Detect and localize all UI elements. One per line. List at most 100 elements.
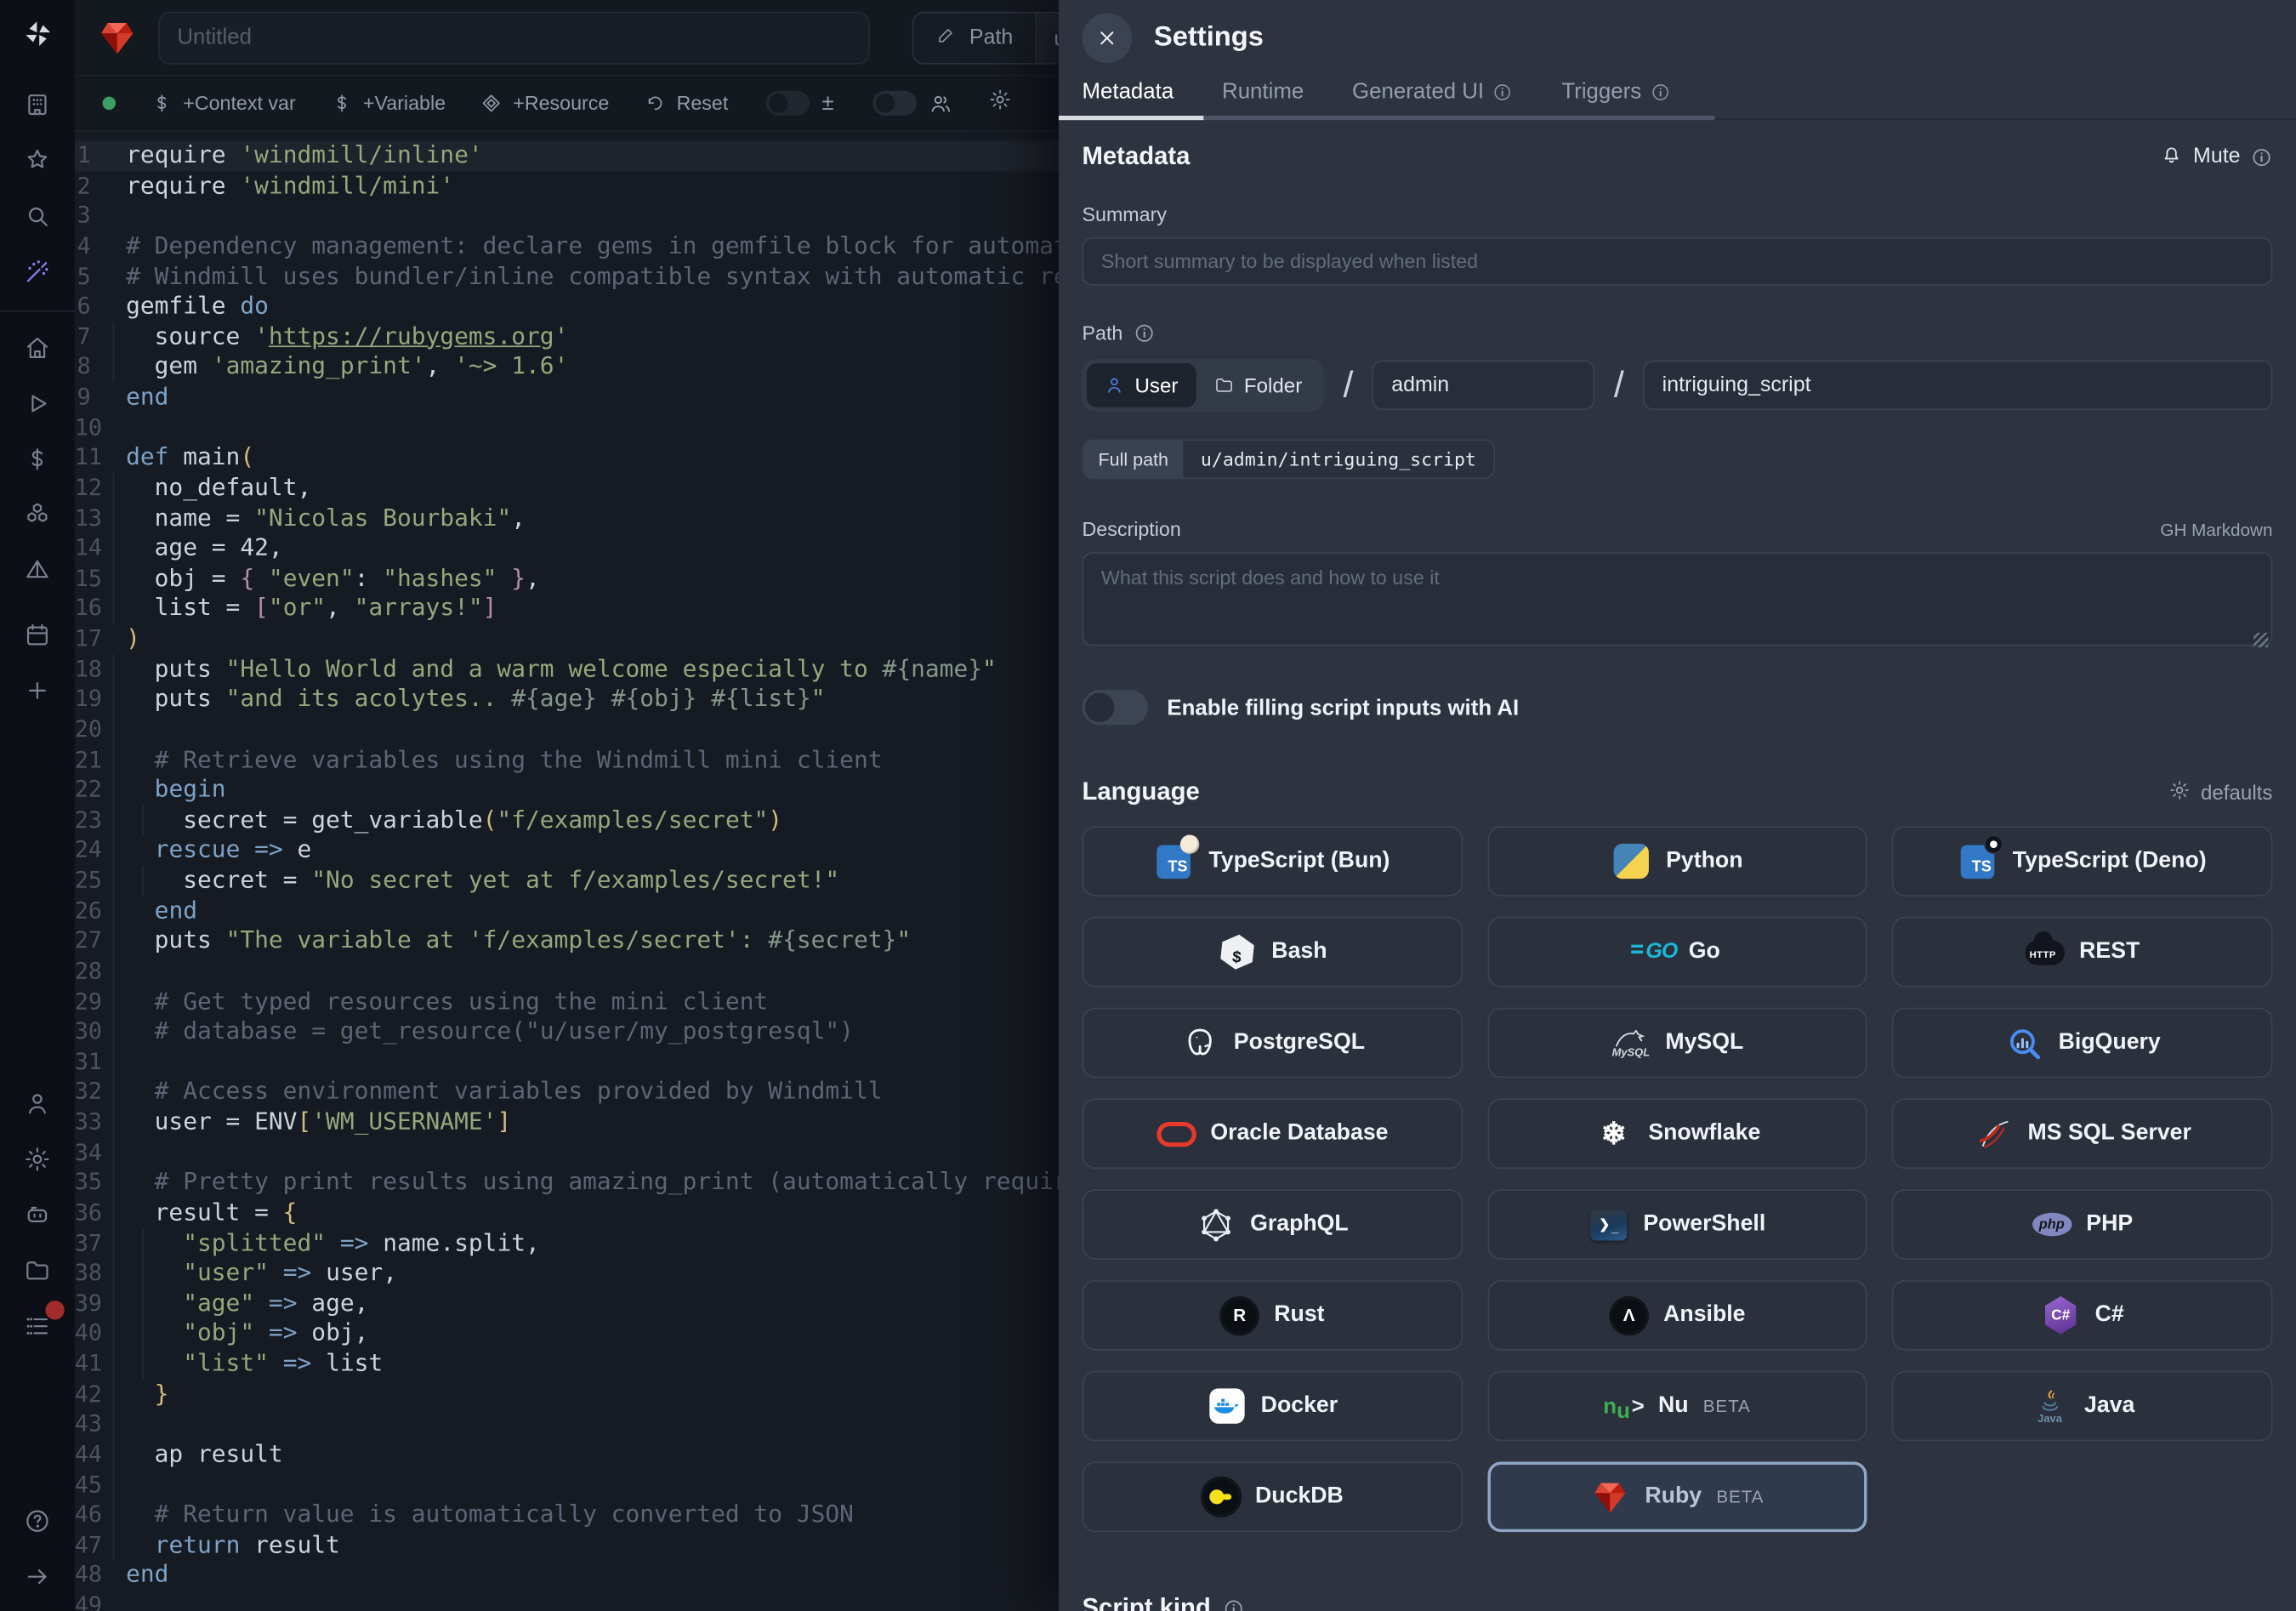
language-card-docker[interactable]: Docker (1083, 1371, 1463, 1442)
plus-icon[interactable] (23, 675, 52, 704)
path-separator: / (1614, 364, 1624, 407)
language-card-rest[interactable]: HTTPREST (1892, 917, 2272, 988)
indent-guide (113, 1379, 115, 1409)
building-icon[interactable] (23, 89, 52, 118)
multiplayer-toggle[interactable] (872, 91, 916, 116)
language-card-ansible[interactable]: ΛAnsible (1487, 1280, 1867, 1351)
arrow-right-icon[interactable] (23, 1562, 52, 1591)
language-card-bash[interactable]: $Bash (1083, 917, 1463, 988)
line-number: 41 (75, 1349, 107, 1380)
java-icon: Java (2030, 1386, 2069, 1426)
diff-toggle[interactable] (766, 91, 810, 116)
ruby-language-icon (98, 19, 136, 57)
code-text: ) (107, 624, 140, 655)
code-text (107, 413, 126, 443)
language-card-nu[interactable]: nu>NuBETA (1487, 1371, 1867, 1442)
play-icon[interactable] (23, 388, 52, 417)
language-card-go[interactable]: GOGo (1487, 917, 1867, 988)
path-owner-input[interactable] (1372, 361, 1595, 411)
calendar-icon[interactable] (23, 619, 52, 648)
language-card-graphql[interactable]: GraphQL (1083, 1189, 1463, 1260)
dollar-icon (331, 92, 353, 114)
language-label: Ruby (1645, 1483, 1702, 1510)
language-card-ruby[interactable]: Ruby BETA (1487, 1461, 1867, 1532)
line-number: 39 (75, 1289, 107, 1319)
dollar-icon[interactable] (23, 444, 52, 473)
line-number: 4 (75, 231, 107, 262)
line-number: 9 (75, 382, 107, 413)
language-card-oracle-database[interactable]: Oracle Database (1083, 1098, 1463, 1169)
language-card-mysql[interactable]: MySQLMySQL (1487, 1008, 1867, 1079)
beta-badge: BETA (1703, 1396, 1751, 1416)
code-text: end (107, 896, 197, 926)
list-menu-icon[interactable] (23, 1311, 52, 1340)
line-number: 25 (75, 866, 107, 897)
script-title-input[interactable] (158, 11, 870, 64)
line-number: 33 (75, 1107, 107, 1138)
language-card-typescript-deno[interactable]: TSTypeScript (Deno) (1892, 826, 2272, 897)
ai-fill-toggle[interactable] (1083, 690, 1148, 725)
description-textarea[interactable] (1083, 552, 2273, 646)
owner-kind-user[interactable]: User (1087, 363, 1196, 407)
reset-button[interactable]: Reset (645, 92, 729, 114)
language-label: Rust (1274, 1302, 1324, 1329)
cubes-icon[interactable] (23, 499, 52, 528)
language-card-typescript-bun[interactable]: TSTypeScript (Bun) (1083, 826, 1463, 897)
editor-settings-gear-icon[interactable] (988, 88, 1012, 118)
code-text: age = 42, (107, 533, 283, 564)
code-text: # Get typed resources using the mini cli… (107, 987, 769, 1017)
star-icon[interactable] (23, 145, 52, 174)
people-icon (928, 91, 952, 116)
language-card-postgresql[interactable]: PostgreSQL (1083, 1008, 1463, 1079)
search-icon[interactable] (23, 201, 52, 230)
windmill-logo-icon[interactable] (23, 19, 52, 48)
code-text: # Retrieve variables using the Windmill … (107, 745, 883, 776)
language-heading: Language (1083, 777, 1200, 806)
language-card-python[interactable]: Python (1487, 826, 1867, 897)
robot-icon[interactable] (23, 1199, 52, 1228)
pyramid-icon[interactable] (23, 555, 52, 584)
rail-group-nav (23, 333, 52, 584)
language-card-snowflake[interactable]: ❄Snowflake (1487, 1098, 1867, 1169)
resource-button[interactable]: +Resource (480, 92, 609, 114)
rail-group-top (23, 89, 52, 286)
code-text: # Access environment variables provided … (107, 1077, 883, 1107)
language-defaults-button[interactable]: defaults (2168, 779, 2272, 806)
magic-wand-icon[interactable] (23, 256, 52, 285)
language-label: TypeScript (Bun) (1208, 848, 1390, 874)
beta-badge: BETA (1716, 1487, 1764, 1507)
help-icon[interactable] (23, 1506, 52, 1534)
gear-icon[interactable] (23, 1144, 52, 1173)
path-name-input[interactable] (1643, 361, 2272, 411)
folder-icon[interactable] (23, 1255, 52, 1284)
summary-input[interactable] (1083, 237, 2273, 286)
close-icon[interactable] (1083, 13, 1133, 63)
line-number: 31 (75, 1047, 107, 1078)
indent-guide (113, 775, 115, 806)
language-card-c[interactable]: C#C# (1892, 1280, 2272, 1351)
language-card-bigquery[interactable]: BigQuery (1892, 1008, 2272, 1079)
language-card-rust[interactable]: RRust (1083, 1280, 1463, 1351)
mute-button[interactable]: Mute (2159, 142, 2272, 171)
line-number: 6 (75, 292, 107, 322)
tab-triggers[interactable]: Triggers (1561, 77, 1670, 105)
context-var-button[interactable]: +Context var (151, 92, 295, 114)
owner-kind-folder[interactable]: Folder (1196, 363, 1320, 407)
user-icon[interactable] (23, 1088, 52, 1117)
language-card-ms-sql-server[interactable]: MS SQL Server (1892, 1098, 2272, 1169)
language-card-duckdb[interactable]: DuckDB (1083, 1461, 1463, 1532)
line-number: 34 (75, 1137, 107, 1168)
tab-generated-ui[interactable]: Generated UI (1352, 77, 1514, 105)
language-ready-indicator (103, 97, 116, 110)
tab-metadata[interactable]: Metadata (1083, 77, 1174, 105)
indent-guide (113, 1530, 115, 1561)
variable-button[interactable]: +Variable (331, 92, 446, 114)
tab-runtime[interactable]: Runtime (1222, 77, 1304, 105)
line-number: 23 (75, 806, 107, 836)
language-card-java[interactable]: JavaJava (1892, 1371, 2272, 1442)
home-icon[interactable] (23, 333, 52, 361)
language-card-php[interactable]: phpPHP (1892, 1189, 2272, 1260)
indent-guide (142, 1258, 144, 1289)
indent-guide (113, 1137, 115, 1168)
language-card-powershell[interactable]: ❯_PowerShell (1487, 1189, 1867, 1260)
